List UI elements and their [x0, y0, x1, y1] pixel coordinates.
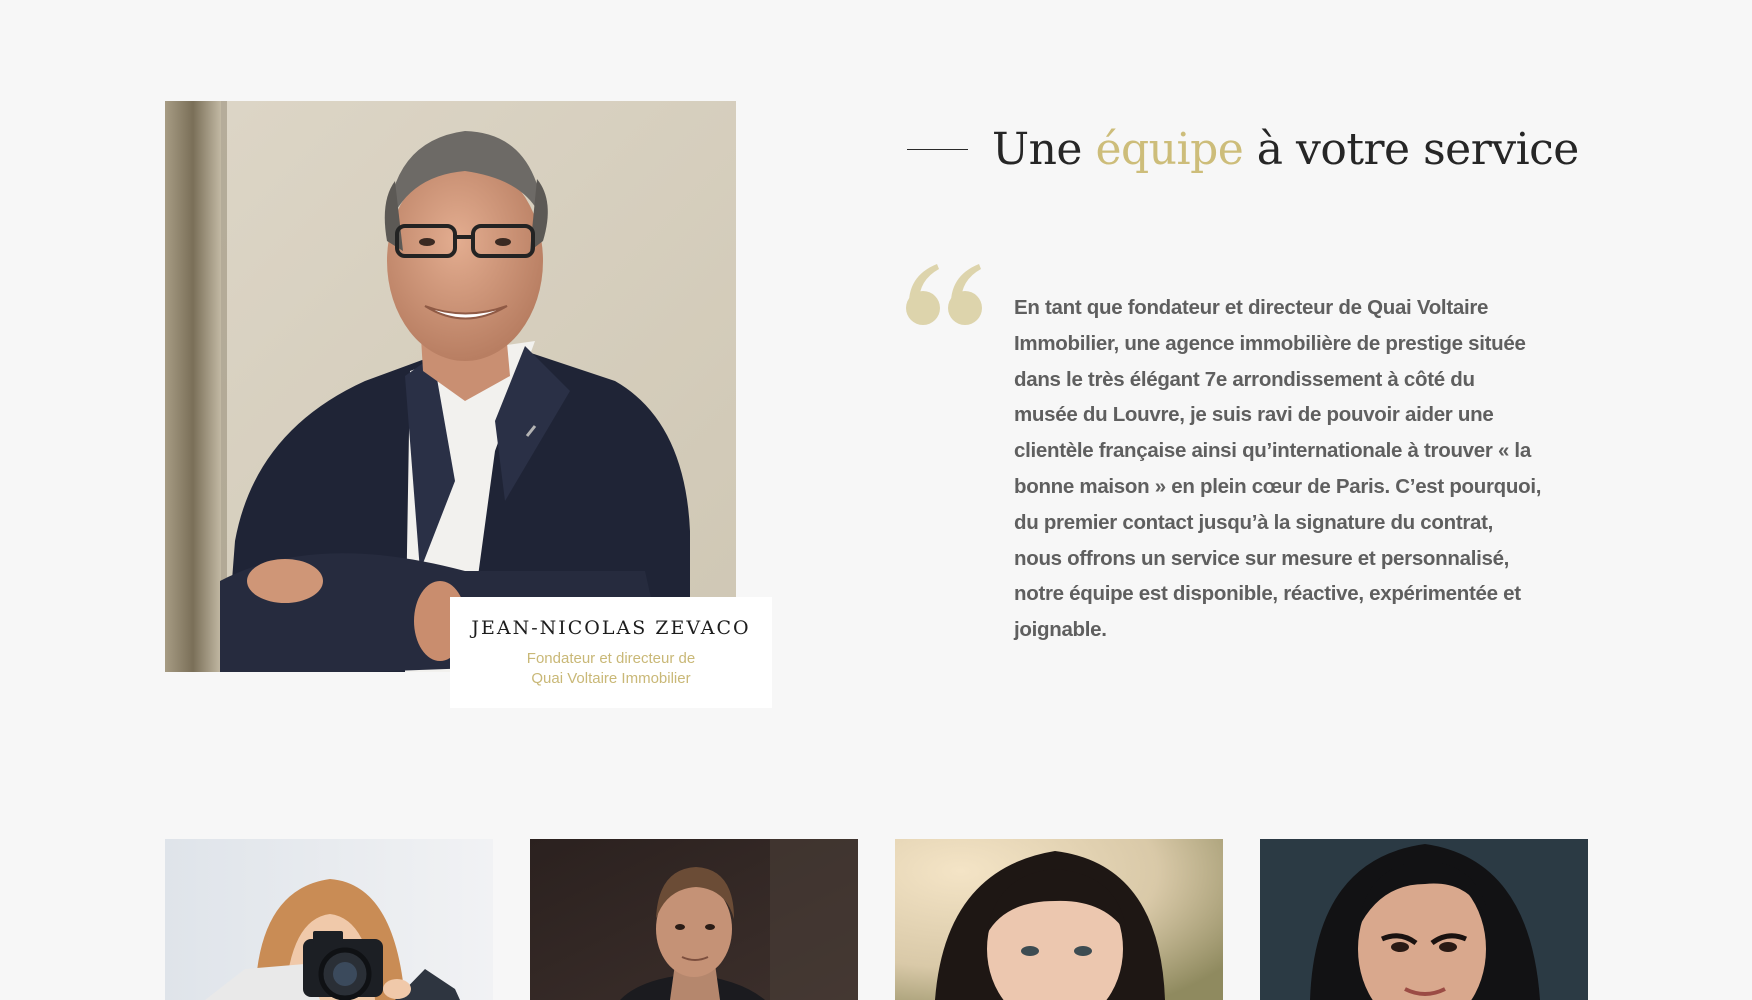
founder-role-line2: Quai Voltaire Immobilier [531, 670, 691, 687]
team-grid [165, 839, 1589, 1000]
team-photo-woman-dark-hair[interactable] [1260, 839, 1588, 1000]
founder-portrait [165, 101, 736, 672]
founder-quote: En tant que fondateur et directeur de Qu… [1014, 296, 1542, 642]
heading-accent-word: équipe [1095, 123, 1244, 175]
founder-role: Fondateur et directeur de Quai Voltaire … [450, 649, 772, 689]
section-heading: Une équipe à votre service [992, 124, 1579, 175]
team-photo-photographer[interactable] [165, 839, 493, 1000]
heading-text-before: Une [992, 123, 1096, 175]
founder-name: JEAN-NICOLAS ZEVACO [471, 617, 751, 639]
team-section: JEAN-NICOLAS ZEVACO Fondateur et directe… [0, 0, 1752, 1000]
team-photo-man[interactable] [530, 839, 858, 1000]
founder-role-line1: Fondateur et directeur de [526, 650, 696, 667]
quote-mark-icon [906, 264, 982, 325]
heading-rule [907, 148, 968, 150]
founder-name-card: JEAN-NICOLAS ZEVACO Fondateur et directe… [450, 597, 772, 708]
team-photo-woman-bangs[interactable] [895, 839, 1223, 1000]
heading-text-after: à votre service [1243, 123, 1580, 175]
section-heading-wrap: Une équipe à votre service [907, 118, 1579, 180]
